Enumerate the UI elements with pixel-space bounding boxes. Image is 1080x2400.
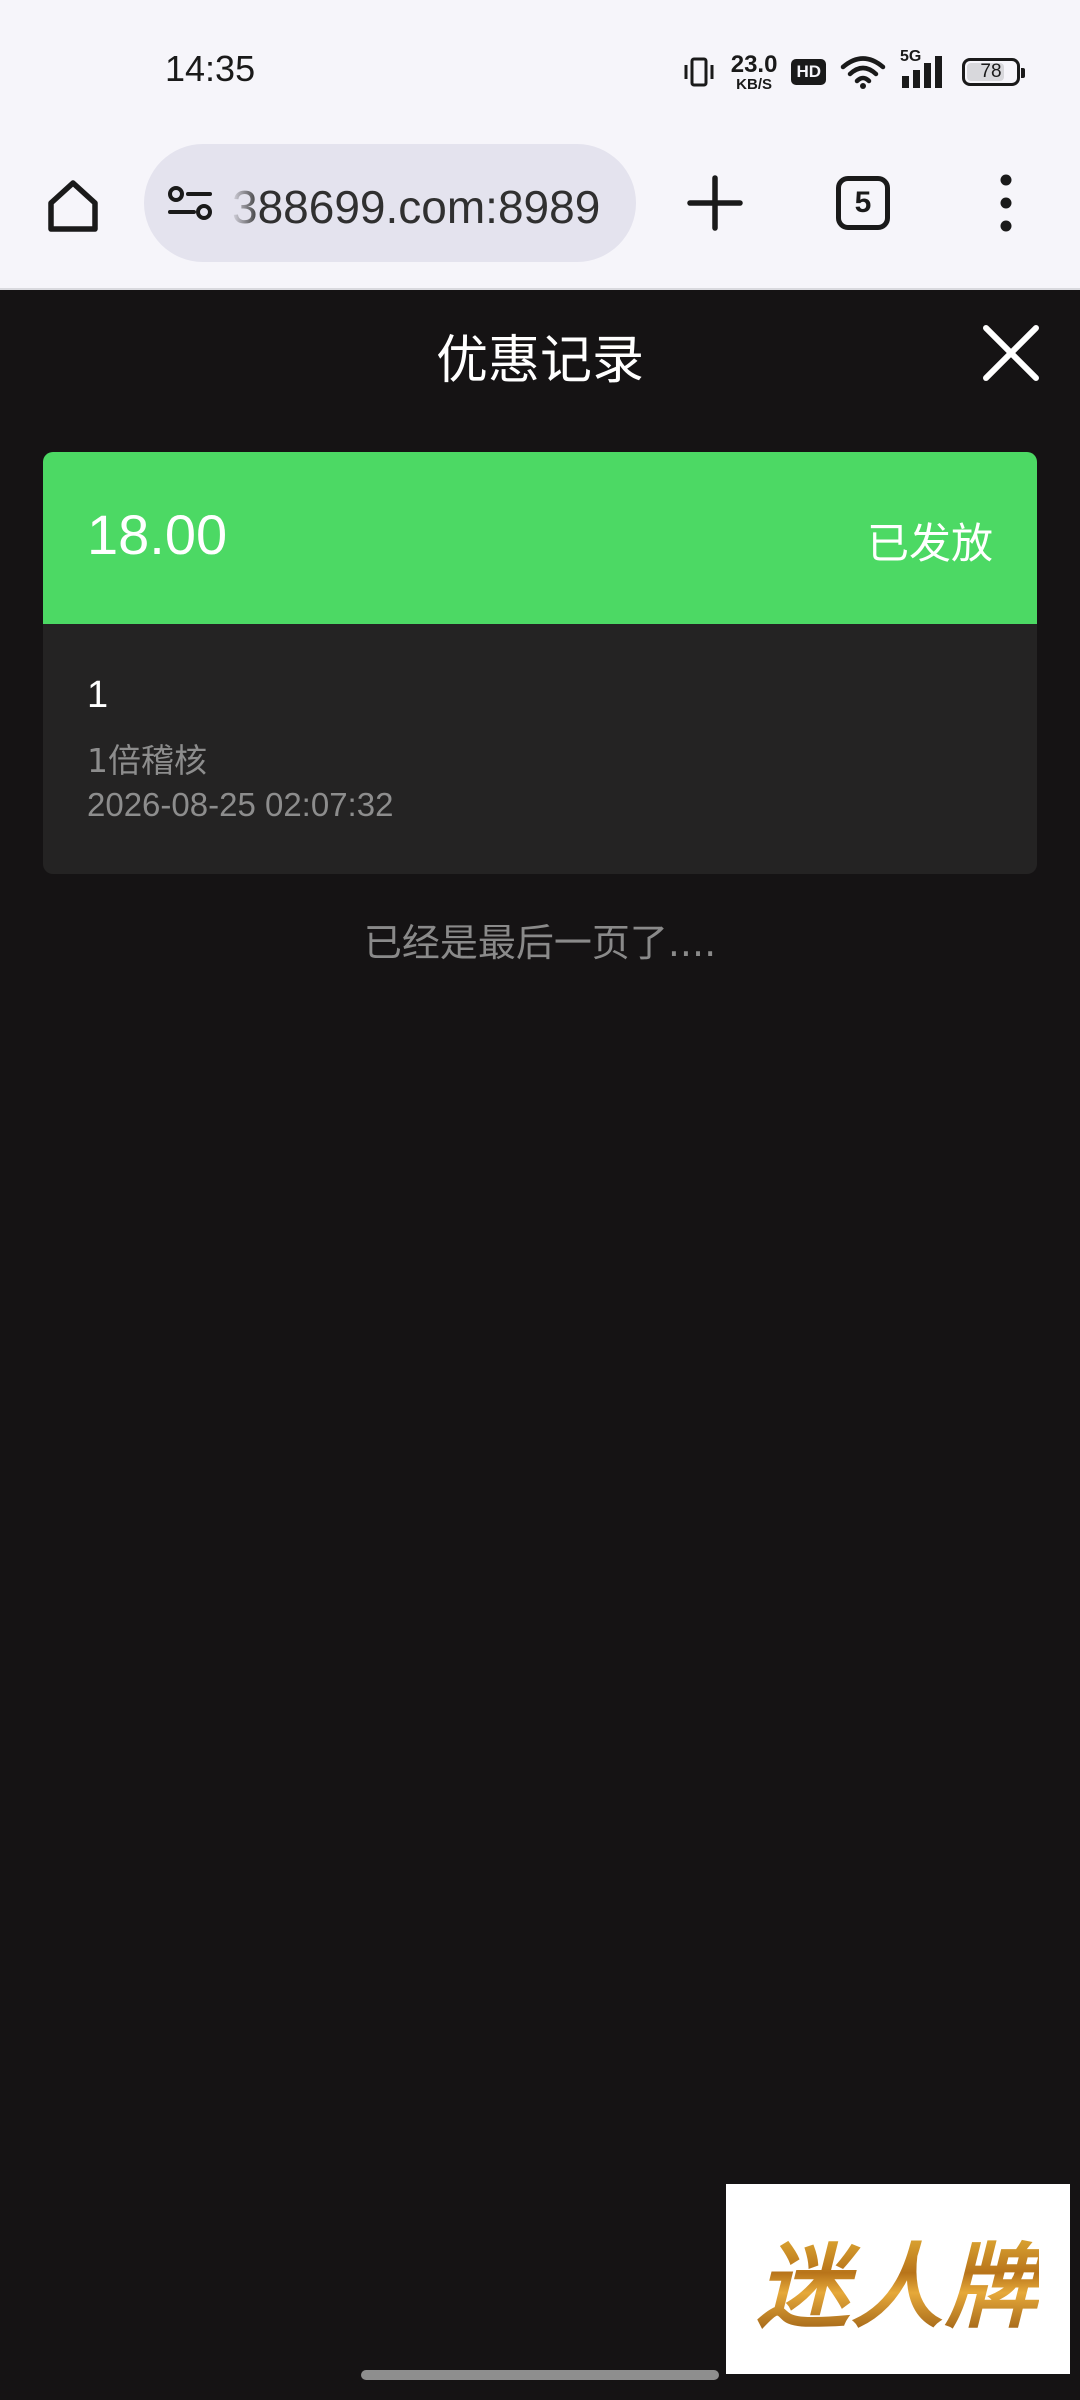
page-title: 优惠记录 xyxy=(435,331,644,391)
browser-toolbar: 388699.com:8989 5 xyxy=(0,140,1080,290)
tab-switcher-button[interactable]: 5 xyxy=(836,176,890,230)
battery-indicator: 78 xyxy=(962,58,1025,86)
status-bar: 14:35 23.0 KB/S HD 5G 78 xyxy=(0,0,1080,140)
home-button[interactable] xyxy=(38,170,108,240)
network-speed-unit: KB/S xyxy=(736,75,772,93)
more-menu-icon[interactable] xyxy=(986,168,1026,238)
record-time: 2026-08-25 02:07:32 xyxy=(87,786,394,823)
address-bar[interactable]: 388699.com:8989 xyxy=(144,144,636,262)
site-settings-icon[interactable] xyxy=(166,180,214,228)
url-fade xyxy=(230,144,260,262)
record-status: 已发放 xyxy=(866,519,993,568)
record-card-header: 18.00 已发放 xyxy=(43,452,1037,624)
wifi-icon xyxy=(840,56,886,89)
record-card: 18.00 已发放 1 1倍稽核 2026-08-25 02:07:32 xyxy=(43,452,1037,874)
status-icons: 23.0 KB/S HD 5G 78 xyxy=(681,48,1025,93)
record-description: 1倍稽核 xyxy=(87,741,207,780)
record-name: 1 xyxy=(87,674,109,716)
end-of-list-text: 已经是最后一页了.... xyxy=(363,921,717,965)
home-indicator[interactable] xyxy=(361,2370,719,2380)
new-tab-button[interactable] xyxy=(680,168,750,238)
network-speed-value: 23.0 xyxy=(730,50,778,78)
home-icon xyxy=(48,180,98,232)
hd-badge: HD xyxy=(791,59,826,85)
record-amount: 18.00 xyxy=(87,503,228,566)
close-icon[interactable] xyxy=(980,322,1042,384)
signal-bars-icon xyxy=(902,56,942,88)
watermark-logo: 迷人牌 xyxy=(726,2184,1070,2374)
watermark-logo-text: 迷人牌 xyxy=(757,2213,1039,2346)
network-speed: 23.0 KB/S xyxy=(730,50,778,93)
vibrate-icon xyxy=(684,57,714,87)
status-time: 14:35 xyxy=(165,48,256,89)
cellular-signal: 5G xyxy=(900,48,948,90)
url-text: 388699.com:8989 xyxy=(232,181,601,233)
battery-level: 78 xyxy=(980,61,1002,82)
